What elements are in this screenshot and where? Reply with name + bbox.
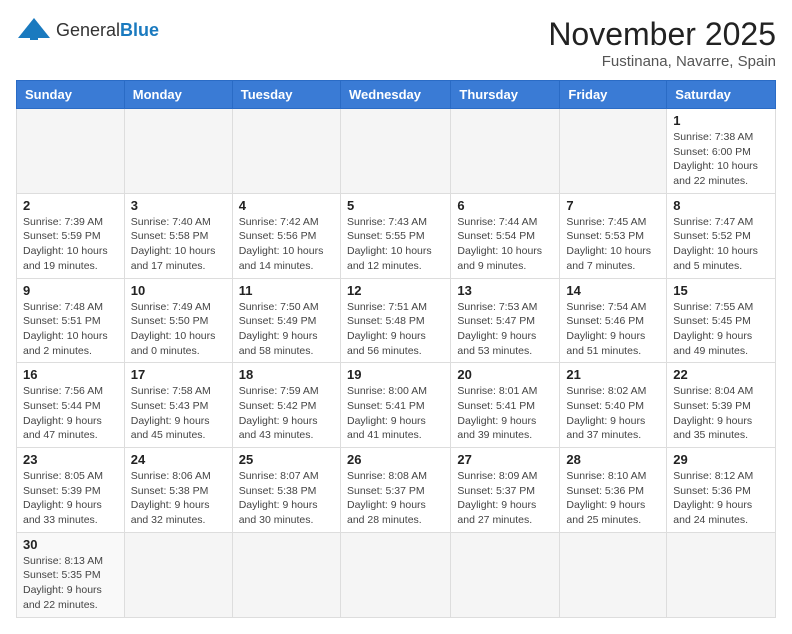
title-area: November 2025 Fustinana, Navarre, Spain	[548, 16, 776, 70]
day-empty	[124, 109, 232, 194]
day-29: 29 Sunrise: 8:12 AMSunset: 5:36 PMDaylig…	[667, 448, 776, 533]
calendar: Sunday Monday Tuesday Wednesday Thursday…	[16, 80, 776, 618]
calendar-row-4: 16 Sunrise: 7:56 AMSunset: 5:44 PMDaylig…	[17, 363, 776, 448]
day-10: 10 Sunrise: 7:49 AMSunset: 5:50 PMDaylig…	[124, 278, 232, 363]
day-empty	[451, 109, 560, 194]
day-14: 14 Sunrise: 7:54 AMSunset: 5:46 PMDaylig…	[560, 278, 667, 363]
day-16: 16 Sunrise: 7:56 AMSunset: 5:44 PMDaylig…	[17, 363, 125, 448]
day-18: 18 Sunrise: 7:59 AMSunset: 5:42 PMDaylig…	[232, 363, 340, 448]
day-1: 1 Sunrise: 7:38 AM Sunset: 6:00 PM Dayli…	[667, 109, 776, 194]
header-wednesday: Wednesday	[340, 81, 450, 109]
header-monday: Monday	[124, 81, 232, 109]
day-22: 22 Sunrise: 8:04 AMSunset: 5:39 PMDaylig…	[667, 363, 776, 448]
calendar-row-6: 30 Sunrise: 8:13 AMSunset: 5:35 PMDaylig…	[17, 532, 776, 617]
day-empty	[560, 532, 667, 617]
day-empty	[340, 532, 450, 617]
logo: GeneralBlue	[16, 16, 159, 44]
day-20: 20 Sunrise: 8:01 AMSunset: 5:41 PMDaylig…	[451, 363, 560, 448]
day-empty	[232, 109, 340, 194]
day-6: 6 Sunrise: 7:44 AMSunset: 5:54 PMDayligh…	[451, 193, 560, 278]
day-empty	[232, 532, 340, 617]
page-header: GeneralBlue November 2025 Fustinana, Nav…	[16, 16, 776, 70]
logo-text: GeneralBlue	[56, 20, 159, 41]
day-26: 26 Sunrise: 8:08 AMSunset: 5:37 PMDaylig…	[340, 448, 450, 533]
day-17: 17 Sunrise: 7:58 AMSunset: 5:43 PMDaylig…	[124, 363, 232, 448]
calendar-row-2: 2 Sunrise: 7:39 AMSunset: 5:59 PMDayligh…	[17, 193, 776, 278]
location: Fustinana, Navarre, Spain	[548, 53, 776, 70]
logo-icon	[16, 16, 52, 44]
day-empty	[451, 532, 560, 617]
day-4: 4 Sunrise: 7:42 AMSunset: 5:56 PMDayligh…	[232, 193, 340, 278]
day-9: 9 Sunrise: 7:48 AMSunset: 5:51 PMDayligh…	[17, 278, 125, 363]
calendar-row-5: 23 Sunrise: 8:05 AMSunset: 5:39 PMDaylig…	[17, 448, 776, 533]
day-3: 3 Sunrise: 7:40 AMSunset: 5:58 PMDayligh…	[124, 193, 232, 278]
day-8: 8 Sunrise: 7:47 AMSunset: 5:52 PMDayligh…	[667, 193, 776, 278]
day-21: 21 Sunrise: 8:02 AMSunset: 5:40 PMDaylig…	[560, 363, 667, 448]
day-empty	[560, 109, 667, 194]
day-7: 7 Sunrise: 7:45 AMSunset: 5:53 PMDayligh…	[560, 193, 667, 278]
day-25: 25 Sunrise: 8:07 AMSunset: 5:38 PMDaylig…	[232, 448, 340, 533]
weekday-header-row: Sunday Monday Tuesday Wednesday Thursday…	[17, 81, 776, 109]
day-30: 30 Sunrise: 8:13 AMSunset: 5:35 PMDaylig…	[17, 532, 125, 617]
day-empty	[124, 532, 232, 617]
day-5: 5 Sunrise: 7:43 AMSunset: 5:55 PMDayligh…	[340, 193, 450, 278]
day-empty	[340, 109, 450, 194]
calendar-row-1: 1 Sunrise: 7:38 AM Sunset: 6:00 PM Dayli…	[17, 109, 776, 194]
header-tuesday: Tuesday	[232, 81, 340, 109]
day-19: 19 Sunrise: 8:00 AMSunset: 5:41 PMDaylig…	[340, 363, 450, 448]
header-friday: Friday	[560, 81, 667, 109]
day-12: 12 Sunrise: 7:51 AMSunset: 5:48 PMDaylig…	[340, 278, 450, 363]
day-24: 24 Sunrise: 8:06 AMSunset: 5:38 PMDaylig…	[124, 448, 232, 533]
day-empty	[17, 109, 125, 194]
day-15: 15 Sunrise: 7:55 AMSunset: 5:45 PMDaylig…	[667, 278, 776, 363]
day-11: 11 Sunrise: 7:50 AMSunset: 5:49 PMDaylig…	[232, 278, 340, 363]
header-thursday: Thursday	[451, 81, 560, 109]
header-sunday: Sunday	[17, 81, 125, 109]
day-27: 27 Sunrise: 8:09 AMSunset: 5:37 PMDaylig…	[451, 448, 560, 533]
day-empty	[667, 532, 776, 617]
header-saturday: Saturday	[667, 81, 776, 109]
day-23: 23 Sunrise: 8:05 AMSunset: 5:39 PMDaylig…	[17, 448, 125, 533]
calendar-row-3: 9 Sunrise: 7:48 AMSunset: 5:51 PMDayligh…	[17, 278, 776, 363]
day-28: 28 Sunrise: 8:10 AMSunset: 5:36 PMDaylig…	[560, 448, 667, 533]
month-title: November 2025	[548, 16, 776, 53]
day-13: 13 Sunrise: 7:53 AMSunset: 5:47 PMDaylig…	[451, 278, 560, 363]
day-2: 2 Sunrise: 7:39 AMSunset: 5:59 PMDayligh…	[17, 193, 125, 278]
